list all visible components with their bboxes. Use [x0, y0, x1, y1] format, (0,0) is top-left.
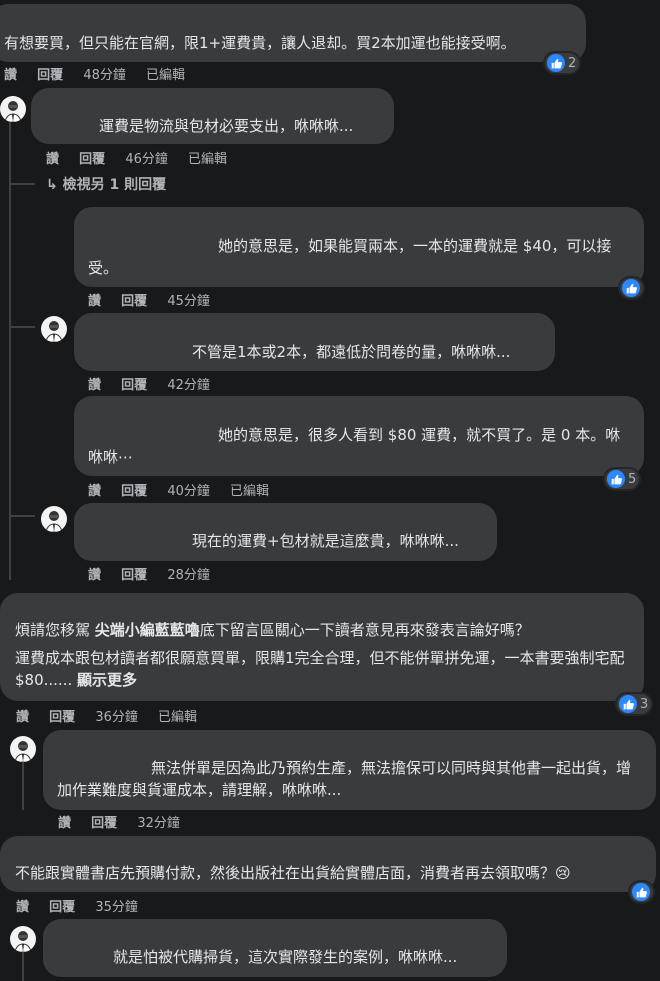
- reaction-count[interactable]: 2: [545, 53, 580, 73]
- reply-button[interactable]: 回覆: [37, 68, 63, 83]
- mention-link[interactable]: 尖端小編藍藍嚕: [95, 621, 200, 639]
- like-reaction-icon: [607, 470, 625, 488]
- comment-text-post: 底下留言區關心一下讀者意見再來發表言論好嗎？: [199, 621, 530, 639]
- edited-label: 已編輯: [230, 484, 270, 499]
- timestamp[interactable]: 28分鐘: [167, 568, 210, 583]
- comment-text: 不管是1本或2本，都遠低於問卷的量，咻咻咻...: [192, 343, 511, 361]
- comment-text: 她的意思是，很多人看到 $80 運費，就不買了。是 0 本。咻咻咻⋯: [88, 426, 621, 466]
- edited-label: 已編輯: [158, 710, 198, 725]
- comment-text: 就是怕被代購掃貨，這次實際發生的案例，咻咻咻...: [113, 948, 458, 966]
- thread-line: [9, 118, 11, 580]
- like-button[interactable]: 讚: [46, 152, 59, 167]
- comment-bubble: 不能跟實體書店先預購付款，然後出版社在出貨給實體店面，消費者再去領取嗎？😢: [0, 836, 656, 892]
- avatar[interactable]: [41, 316, 67, 342]
- timestamp[interactable]: 46分鐘: [125, 152, 168, 167]
- thread-line: [22, 950, 24, 981]
- comment-bubble: 有想要買，但只能在官網，限1+運費貴，讓人退却。買2本加運也能接受啊。: [0, 4, 586, 62]
- see-more-link[interactable]: 顯示更多: [77, 671, 137, 689]
- timestamp[interactable]: 40分鐘: [167, 484, 210, 499]
- like-reaction-icon: [619, 695, 637, 713]
- avatar[interactable]: [41, 506, 67, 532]
- reaction-count[interactable]: 3: [617, 694, 652, 714]
- reply-arrow-icon: ↳: [46, 177, 58, 193]
- reply-bubble: 不管是1本或2本，都遠低於問卷的量，咻咻咻...: [74, 313, 555, 371]
- timestamp[interactable]: 42分鐘: [167, 378, 210, 393]
- thread-branch: [9, 183, 35, 185]
- reply-button[interactable]: 回覆: [49, 900, 75, 915]
- like-reaction-icon: [547, 54, 565, 72]
- comment-bubble: 煩請您移駕 尖端小編藍藍嚕底下留言區關心一下讀者意見再來發表言論好嗎？ 運費成本…: [0, 593, 644, 701]
- comment-actions: 讚 回覆 35分鐘: [16, 896, 154, 915]
- reply-bubble: 她的意思是，如果能買兩本，一本的運費就是 $40，可以接受。: [74, 207, 644, 287]
- like-button[interactable]: 讚: [88, 568, 101, 583]
- reaction-icon[interactable]: [630, 882, 653, 902]
- reaction-number: 2: [568, 55, 577, 71]
- reaction-count[interactable]: 5: [605, 469, 640, 489]
- avatar[interactable]: [0, 96, 26, 122]
- like-button[interactable]: 讚: [4, 68, 17, 83]
- like-button[interactable]: 讚: [16, 900, 29, 915]
- reply-bubble: 運費是物流與包材必要支出，咻咻咻...: [31, 88, 394, 144]
- reaction-number: 5: [628, 471, 637, 487]
- timestamp[interactable]: 32分鐘: [137, 816, 180, 831]
- comment-actions: 讚 回覆 32分鐘: [58, 812, 196, 831]
- reply-bubble: 她的意思是，很多人看到 $80 運費，就不買了。是 0 本。咻咻咻⋯: [74, 396, 644, 476]
- comment-actions: 讚 回覆 40分鐘 已編輯: [88, 480, 285, 499]
- like-button[interactable]: 讚: [88, 378, 101, 393]
- comment-text: 煩請您移駕 尖端小編藍藍嚕底下留言區關心一下讀者意見再來發表言論好嗎？: [15, 619, 634, 641]
- like-button[interactable]: 讚: [88, 484, 101, 499]
- like-reaction-icon: [622, 279, 640, 297]
- thread-branch: [9, 326, 35, 328]
- thread-line: [22, 760, 24, 810]
- reply-bubble: 現在的運費+包材就是這麼貴，咻咻咻...: [74, 503, 497, 561]
- timestamp[interactable]: 45分鐘: [167, 294, 210, 309]
- comment-actions: 讚 回覆 48分鐘 已編輯: [4, 64, 201, 83]
- thread-branch: [9, 515, 35, 517]
- like-reaction-icon: [632, 883, 650, 901]
- comment-text: 運費是物流與包材必要支出，咻咻咻...: [99, 117, 354, 135]
- reply-button[interactable]: 回覆: [121, 484, 147, 499]
- comment-text: 無法併單是因為此乃預約生產，無法擔保可以同時與其他書一起出貨，增加作業難度與貨運…: [57, 759, 632, 799]
- comment-text-body: 不能跟實體書店先預購付款，然後出版社在出貨給實體店面，消費者再去領取嗎？: [15, 864, 556, 882]
- comment-text: 她的意思是，如果能買兩本，一本的運費就是 $40，可以接受。: [88, 237, 612, 277]
- timestamp[interactable]: 36分鐘: [95, 710, 138, 725]
- like-button[interactable]: 讚: [58, 816, 71, 831]
- reply-button[interactable]: 回覆: [121, 568, 147, 583]
- reply-bubble: 無法併單是因為此乃預約生產，無法擔保可以同時與其他書一起出貨，增加作業難度與貨運…: [43, 730, 656, 810]
- comment-actions: 讚 回覆 42分鐘: [88, 374, 226, 393]
- reply-button[interactable]: 回覆: [121, 378, 147, 393]
- comment-actions: 讚 回覆 45分鐘: [88, 290, 226, 309]
- comment-text-2: 運費成本跟包材讀者都很願意買單，限購1完全合理，但不能併單拼免運，一本書要強制宅…: [15, 647, 634, 691]
- reply-button[interactable]: 回覆: [79, 152, 105, 167]
- timestamp[interactable]: 35分鐘: [95, 900, 138, 915]
- comment-actions: 讚 回覆 28分鐘: [88, 564, 226, 583]
- comment-actions: 讚 回覆 46分鐘 已編輯: [46, 148, 243, 167]
- like-button[interactable]: 讚: [88, 294, 101, 309]
- crying-emoji-icon: 😢: [555, 864, 571, 882]
- comment-text: 現在的運費+包材就是這麼貴，咻咻咻...: [192, 532, 459, 550]
- view-more-replies[interactable]: ↳ 檢視另 1 則回覆: [46, 174, 166, 194]
- view-more-label: 檢視另 1 則回覆: [62, 177, 167, 193]
- reaction-number: 3: [640, 696, 649, 712]
- comment-actions: 讚 回覆 36分鐘 已編輯: [16, 706, 213, 725]
- comment-text: 有想要買，但只能在官網，限1+運費貴，讓人退却。買2本加運也能接受啊。: [4, 34, 516, 52]
- reply-button[interactable]: 回覆: [49, 710, 75, 725]
- timestamp[interactable]: 48分鐘: [83, 68, 126, 83]
- edited-label: 已編輯: [146, 68, 186, 83]
- edited-label: 已編輯: [188, 152, 228, 167]
- comment-text-pre: 煩請您移駕: [15, 621, 95, 639]
- avatar[interactable]: [10, 926, 36, 952]
- reply-button[interactable]: 回覆: [91, 816, 117, 831]
- reaction-icon[interactable]: [620, 278, 643, 298]
- reply-button[interactable]: 回覆: [121, 294, 147, 309]
- reply-bubble: 就是怕被代購掃貨，這次實際發生的案例，咻咻咻...: [43, 919, 507, 977]
- comment-text: 不能跟實體書店先預購付款，然後出版社在出貨給實體店面，消費者再去領取嗎？😢: [15, 862, 656, 884]
- avatar[interactable]: [10, 736, 36, 762]
- like-button[interactable]: 讚: [16, 710, 29, 725]
